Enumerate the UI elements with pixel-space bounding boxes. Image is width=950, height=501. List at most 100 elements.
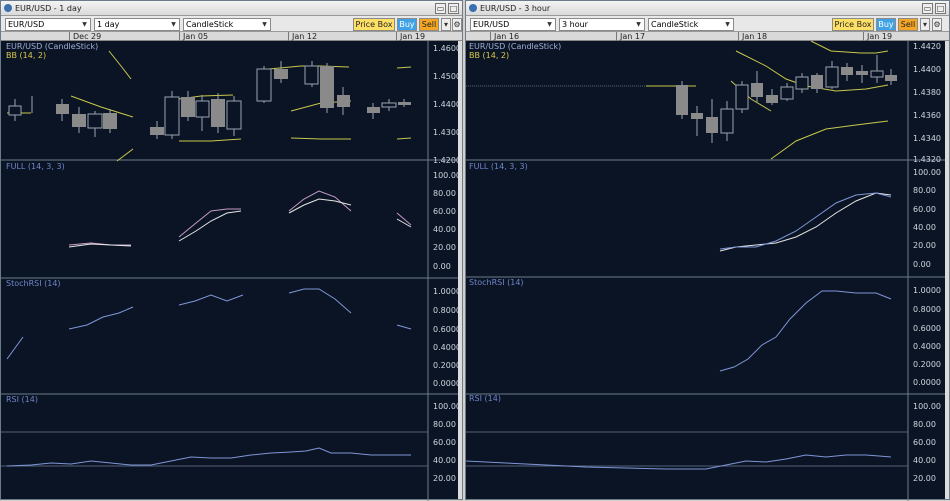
chart-window-daily: EUR/USD - 1 day ▭ □ EUR/USD ▼ 1 day ▼ Cand… [0, 0, 463, 501]
stochrsi-tick: 0.0000 [433, 379, 459, 388]
chevron-down-icon: ▼ [171, 21, 176, 28]
window-title: EUR/USD - 3 hour [480, 4, 551, 13]
minimize-button[interactable]: ▭ [435, 3, 446, 14]
rsi-tick: 20.00 [913, 474, 936, 483]
price-box-button[interactable]: Price Box [832, 18, 874, 31]
chevron-down-icon[interactable]: ▾ [441, 18, 451, 31]
full-stochastic-lines [719, 192, 892, 252]
rsi-tick: 80.00 [913, 420, 936, 429]
vertical-scrollbar[interactable] [458, 41, 462, 499]
price-tick: 1.4420 [913, 42, 941, 51]
sell-button[interactable]: Sell [898, 18, 918, 31]
minimize-button[interactable]: ▭ [922, 3, 933, 14]
price-box-button[interactable]: Price Box [353, 18, 395, 31]
chart-toolbar: EUR/USD ▼ 1 day ▼ CandleStick ▼ Price Box B… [1, 16, 462, 32]
rsi-line [466, 454, 892, 470]
chevron-down-icon: ▼ [725, 21, 730, 28]
price-tick: 1.4200 [433, 156, 459, 165]
app-icon [469, 4, 477, 12]
chart-style-select[interactable]: CandleStick ▼ [648, 18, 734, 31]
stochrsi-tick: 1.0000 [913, 286, 941, 295]
date-label: Jan 12 [292, 32, 318, 41]
date-axis: Jan 16 Jan 17 Jan 18 Jan 19 [466, 32, 949, 41]
full-tick: 0.00 [433, 262, 451, 271]
rsi-tick: 60.00 [913, 438, 936, 447]
app-icon [4, 4, 12, 12]
date-label: Jan 19 [867, 32, 893, 41]
full-tick: 0.00 [913, 260, 931, 269]
price-tick: 1.4380 [913, 88, 941, 97]
price-tick: 1.4300 [433, 128, 459, 137]
panel-sublabel-bb: BB (14, 2) [6, 51, 46, 60]
full-tick: 80.00 [433, 189, 456, 198]
symbol-select[interactable]: EUR/USD ▼ [470, 18, 556, 31]
vertical-scrollbar[interactable] [945, 41, 949, 499]
stochrsi-tick: 0.6000 [433, 325, 459, 334]
full-tick: 100.00 [913, 168, 941, 177]
chevron-down-icon[interactable]: ▾ [920, 18, 930, 31]
full-tick: 80.00 [913, 186, 936, 195]
panel-label-rsi: RSI (14) [6, 395, 38, 404]
stochrsi-tick: 0.8000 [913, 305, 941, 314]
window-title: EUR/USD - 1 day [15, 4, 82, 13]
rsi-line [6, 447, 411, 467]
rsi-tick: 100.00 [433, 402, 459, 411]
full-tick: 40.00 [913, 223, 936, 232]
panel-label-stochrsi: StochRSI (14) [469, 278, 524, 287]
rsi-tick: 40.00 [433, 456, 456, 465]
price-tick: 1.4400 [913, 65, 941, 74]
panel-label-price: EUR/USD (CandleStick) [469, 42, 561, 51]
maximize-button[interactable]: □ [935, 3, 946, 14]
price-tick: 1.4400 [433, 100, 459, 109]
chart-plot-area[interactable]: EUR/USD (CandleStick) BB (14, 2) 1.4600 … [1, 41, 459, 501]
maximize-button[interactable]: □ [448, 3, 459, 14]
symbol-select[interactable]: EUR/USD ▼ [5, 18, 91, 31]
buy-button[interactable]: Buy [876, 18, 896, 31]
stochrsi-line [719, 290, 892, 372]
panel-sublabel-bb: BB (14, 2) [469, 51, 509, 60]
chart-toolbar: EUR/USD ▼ 3 hour ▼ CandleStick ▼ Price Box … [466, 16, 949, 32]
full-tick: 60.00 [913, 205, 936, 214]
date-label: Jan 05 [183, 32, 209, 41]
stochrsi-tick: 0.4000 [433, 343, 459, 352]
interval-select[interactable]: 1 day ▼ [94, 18, 180, 31]
chart-window-3hour: EUR/USD - 3 hour ▭ □ EUR/USD ▼ 3 hour ▼ Ca… [465, 0, 950, 501]
rsi-tick: 60.00 [433, 438, 456, 447]
window-titlebar: EUR/USD - 3 hour ▭ □ [466, 1, 949, 16]
chevron-down-icon: ▼ [547, 21, 552, 28]
chevron-down-icon: ▼ [636, 21, 641, 28]
price-tick: 1.4360 [913, 111, 941, 120]
stochrsi-tick: 0.2000 [433, 361, 459, 370]
date-axis: Dec 29 Jan 05 Jan 12 Jan 19 [1, 32, 462, 41]
date-label: Jan 19 [400, 32, 426, 41]
full-tick: 60.00 [433, 207, 456, 216]
panel-label-full: FULL (14, 3, 3) [6, 162, 65, 171]
full-tick: 100.00 [433, 171, 459, 180]
panel-label-rsi: RSI (14) [469, 394, 501, 403]
buy-button[interactable]: Buy [397, 18, 417, 31]
full-stochastic-lines [68, 190, 412, 248]
price-tick: 1.4500 [433, 72, 459, 81]
chevron-down-icon: ▼ [262, 21, 267, 28]
panel-label-price: EUR/USD (CandleStick) [6, 42, 98, 51]
full-tick: 20.00 [433, 243, 456, 252]
interval-select[interactable]: 3 hour ▼ [559, 18, 645, 31]
price-tick: 1.4600 [433, 44, 459, 53]
full-tick: 20.00 [913, 241, 936, 250]
gear-icon[interactable]: ⚙ [932, 18, 942, 31]
date-label: Dec 29 [73, 32, 102, 41]
stochrsi-tick: 0.2000 [913, 360, 941, 369]
full-tick: 40.00 [433, 225, 456, 234]
chart-plot-area[interactable]: EUR/USD (CandleStick) BB (14, 2) 1.4420 … [466, 41, 946, 501]
date-label: Jan 18 [742, 32, 768, 41]
rsi-tick: 20.00 [433, 474, 456, 483]
stochrsi-tick: 0.0000 [913, 378, 941, 387]
date-label: Jan 16 [494, 32, 520, 41]
window-titlebar: EUR/USD - 1 day ▭ □ [1, 1, 462, 16]
gear-icon[interactable]: ⚙ [452, 18, 462, 31]
price-tick: 1.4320 [913, 155, 941, 164]
sell-button[interactable]: Sell [419, 18, 439, 31]
panel-label-full: FULL (14, 3, 3) [469, 162, 528, 171]
chart-style-select[interactable]: CandleStick ▼ [183, 18, 271, 31]
chevron-down-icon: ▼ [82, 21, 87, 28]
